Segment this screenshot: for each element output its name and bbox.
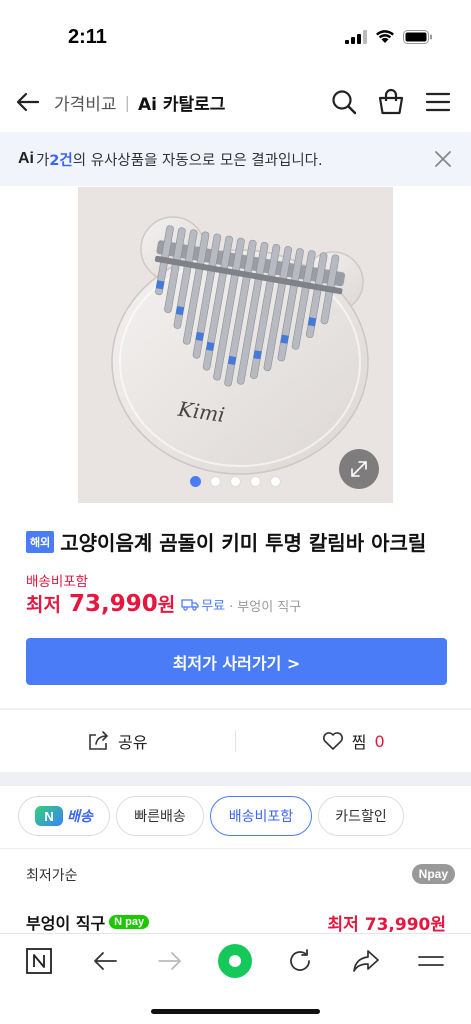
gallery-dot-active[interactable] — [190, 476, 201, 487]
like-count: 0 — [374, 731, 385, 751]
sort-label[interactable]: 최저가순 — [26, 865, 78, 885]
browser-forward-button[interactable] — [152, 943, 188, 979]
refresh-button[interactable] — [282, 943, 318, 979]
back-arrow-icon — [94, 952, 117, 970]
listing-row[interactable]: 부엉이 직구 N pay 최저 73,990원 — [26, 910, 446, 932]
breadcrumb-separator: | — [124, 93, 130, 112]
browser-menu-button[interactable] — [413, 943, 449, 979]
share-label: 공유 — [118, 733, 148, 752]
filter-label: 배송비포함 — [228, 809, 294, 825]
action-separator — [235, 730, 236, 752]
lowest-price: 73,990 — [68, 591, 158, 617]
seller-name[interactable]: 부엉이 직구 — [237, 596, 301, 615]
signal-icon — [345, 29, 367, 44]
heart-icon — [322, 732, 343, 750]
page-title: 가격비교 | Ai 카탈로그 — [54, 90, 225, 115]
shopping-bag-icon[interactable] — [377, 88, 405, 116]
gallery-dot[interactable] — [210, 476, 221, 487]
price-row: 최저 73,990 원 무료 · 부엉이 직구 — [26, 590, 301, 617]
filter-shipping-included[interactable]: 배송비포함 — [210, 796, 312, 836]
gallery-pagination — [78, 476, 393, 487]
action-row: 공유 찜 0 — [0, 710, 471, 772]
ai-catalog-title: Ai 카탈로그 — [137, 95, 226, 115]
menu-icon — [418, 956, 444, 966]
ai-logo: Ai — [18, 150, 34, 167]
banner-prefix: 가 — [36, 152, 50, 169]
buy-lowest-price-button[interactable]: 최저가 사러가기 > — [26, 638, 447, 685]
npay-small-badge: N pay — [109, 915, 150, 929]
back-arrow-icon[interactable] — [14, 88, 42, 116]
filter-card-discount[interactable]: 카드할인 — [318, 796, 404, 836]
gallery-dot[interactable] — [270, 476, 281, 487]
n-delivery-badge: N — [35, 806, 64, 826]
overseas-badge: 해외 — [26, 530, 55, 553]
filter-label: 빠른배송 — [134, 809, 186, 825]
truck-icon — [181, 599, 199, 611]
divider — [0, 848, 471, 849]
price-prefix: 최저 — [26, 594, 61, 616]
status-time: 2:11 — [68, 26, 107, 48]
listing-price: 최저 73,990원 — [327, 915, 446, 932]
share-page-button[interactable] — [348, 943, 384, 979]
listing-seller: 부엉이 직구 N pay — [26, 910, 150, 932]
status-bar: 2:11 — [0, 0, 471, 72]
wifi-icon — [376, 30, 394, 43]
filter-label: 배송 — [67, 809, 93, 825]
share-button[interactable]: 공유 — [0, 729, 236, 753]
listing-seller-name: 부엉이 직구 — [26, 914, 106, 932]
status-icons — [345, 29, 433, 44]
section-gap — [0, 772, 471, 786]
close-icon[interactable] — [433, 149, 453, 169]
filter-fast-delivery[interactable]: 빠른배송 — [116, 796, 204, 836]
naver-home-button[interactable] — [21, 943, 57, 979]
product-image-gallery[interactable]: Kimi — [78, 187, 393, 503]
forward-arrow-icon — [158, 952, 181, 970]
filter-label: 카드할인 — [335, 809, 387, 825]
menu-icon[interactable] — [424, 88, 452, 116]
product-title-row: 해외 고양이음계 곰돌이 키미 투명 칼림바 아크릴 — [26, 527, 456, 556]
green-home-button[interactable] — [217, 943, 253, 979]
gallery-dot[interactable] — [230, 476, 241, 487]
share-icon — [89, 731, 108, 750]
browser-toolbar — [0, 933, 471, 1024]
refresh-icon — [290, 949, 310, 971]
naver-n-icon — [26, 948, 52, 974]
separator-dot: · — [229, 600, 234, 615]
green-circle-icon — [218, 944, 252, 978]
banner-count: 2건 — [49, 152, 73, 169]
like-label: 찜 — [351, 733, 367, 752]
share-arrow-icon — [353, 950, 379, 972]
battery-icon — [403, 29, 432, 44]
search-icon[interactable] — [330, 88, 358, 116]
shipping-included-label: 배송비포함 — [26, 574, 89, 590]
browser-back-button[interactable] — [87, 943, 123, 979]
ai-notice-banner: Ai 가 2건 의 유사상품을 자동으로 모은 결과입니다. — [0, 132, 471, 186]
like-button[interactable]: 찜 0 — [236, 729, 471, 753]
filter-chips: N 배송 빠른배송 배송비포함 카드할인 — [18, 796, 404, 836]
free-shipping: 무료 — [181, 595, 225, 614]
free-shipping-label: 무료 — [201, 599, 226, 614]
price-unit: 원 — [157, 594, 176, 616]
filter-n-delivery[interactable]: N 배송 — [18, 796, 110, 836]
nav-bar: 가격비교 | Ai 카탈로그 — [0, 72, 471, 132]
home-indicator — [151, 1009, 320, 1014]
npay-filter-badge[interactable]: Npay — [411, 864, 455, 884]
product-title: 고양이음계 곰돌이 키미 투명 칼림바 아크릴 — [60, 531, 427, 555]
gallery-dot[interactable] — [250, 476, 261, 487]
breadcrumb-price-compare[interactable]: 가격비교 — [54, 90, 117, 115]
banner-message: 의 유사상품을 자동으로 모은 결과입니다. — [72, 152, 323, 169]
